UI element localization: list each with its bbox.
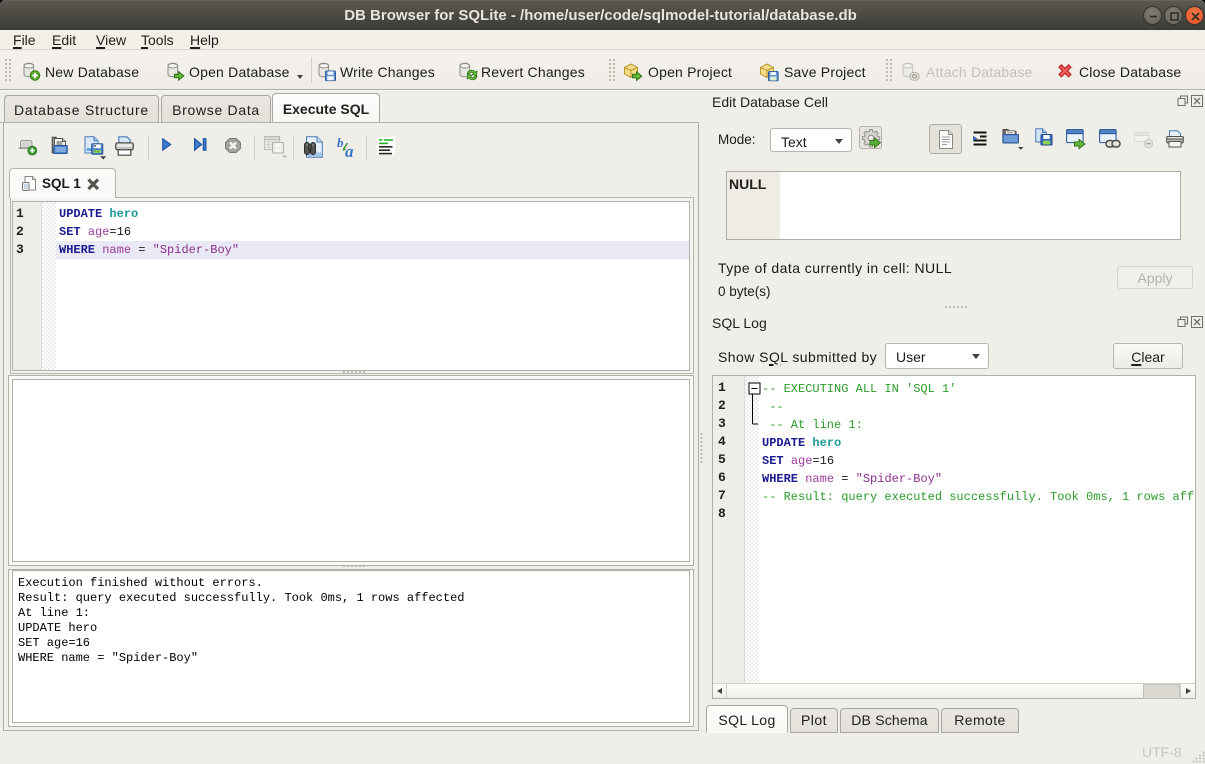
svg-text:b: b [337,136,344,150]
